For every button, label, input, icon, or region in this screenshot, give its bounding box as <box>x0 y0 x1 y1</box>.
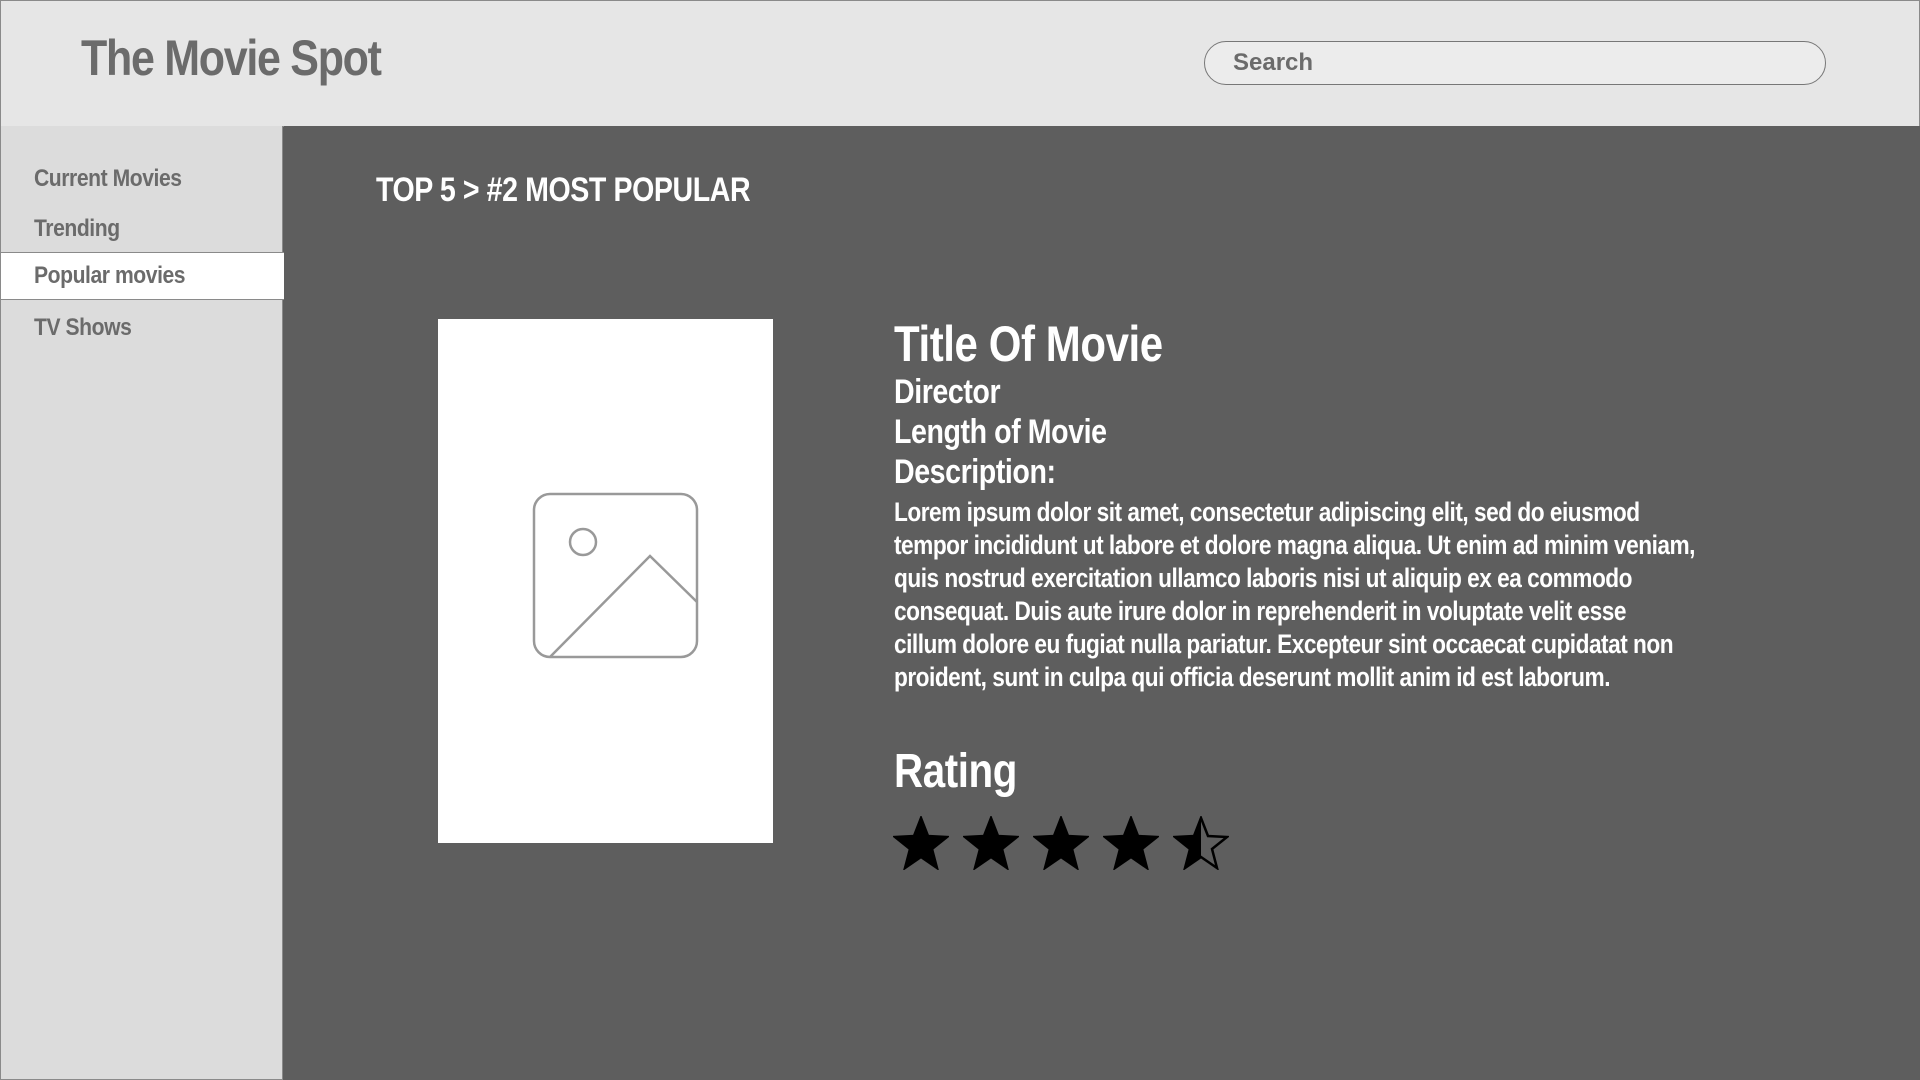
image-placeholder-icon <box>532 492 699 659</box>
star-half-icon[interactable] <box>1173 816 1229 870</box>
sidebar-item-trending[interactable]: Trending <box>1 205 284 253</box>
movie-description: Lorem ipsum dolor sit amet, consectetur … <box>894 497 1695 692</box>
movie-details: Title Of Movie Director Length of Movie … <box>894 316 1794 694</box>
movie-director: Director <box>894 373 1001 411</box>
main-content: TOP 5 > #2 MOST POPULAR Title Of Movie D… <box>284 126 1920 1080</box>
sidebar-item-label: TV Shows <box>34 314 132 341</box>
breadcrumb: TOP 5 > #2 MOST POPULAR <box>376 171 751 209</box>
header-bar: The Movie Spot <box>0 0 1920 127</box>
movie-length: Length of Movie <box>894 413 1107 451</box>
sidebar-item-tv-shows[interactable]: TV Shows <box>1 304 284 352</box>
rating-stars[interactable] <box>893 816 1229 870</box>
sidebar-item-label: Popular movies <box>34 262 186 289</box>
description-label: Description: <box>894 453 1056 491</box>
sidebar-item-label: Trending <box>34 215 120 242</box>
sidebar: Current Movies Trending Popular movies T… <box>0 126 284 1080</box>
movie-poster[interactable] <box>438 319 773 843</box>
star-full-icon[interactable] <box>1103 816 1159 870</box>
sidebar-item-label: Current Movies <box>34 165 182 192</box>
movie-title: Title Of Movie <box>894 316 1163 372</box>
star-full-icon[interactable] <box>963 816 1019 870</box>
app-title: The Movie Spot <box>81 30 382 86</box>
star-full-icon[interactable] <box>893 816 949 870</box>
app-window: The Movie Spot Current Movies Trending P… <box>0 0 1920 1080</box>
sidebar-item-current-movies[interactable]: Current Movies <box>1 155 284 203</box>
search-input[interactable] <box>1233 42 1793 84</box>
star-full-icon[interactable] <box>1033 816 1089 870</box>
search-box[interactable] <box>1204 41 1826 85</box>
sidebar-item-popular-movies[interactable]: Popular movies <box>1 252 284 300</box>
rating-label: Rating <box>894 745 1017 798</box>
